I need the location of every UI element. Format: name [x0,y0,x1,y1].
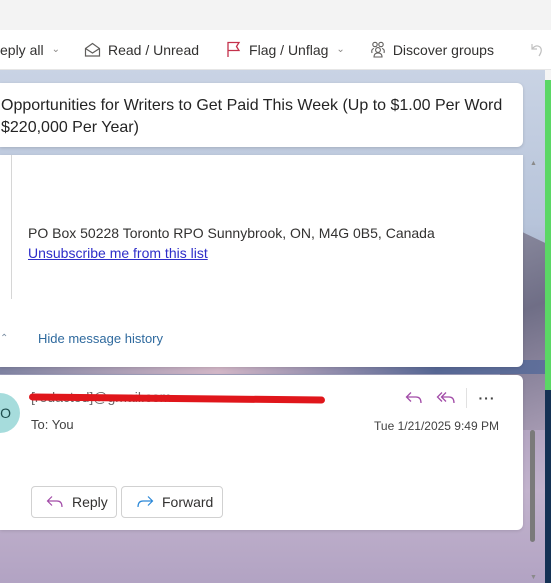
discover-groups-label: Discover groups [392,41,494,58]
forward-icon [136,493,154,511]
mailing-address: PO Box 50228 Toronto RPO Sunnybrook, ON,… [28,225,435,241]
envelope-open-icon [84,41,102,59]
side-dark-bar [545,390,551,583]
chevron-down-icon[interactable]: ⌄ [52,44,60,55]
people-group-icon [369,41,387,59]
subject-header: Opportunities for Writers to Get Paid Th… [0,83,523,147]
reply-icon-button[interactable] [398,387,430,409]
reply-button[interactable]: Reply [31,486,117,518]
scroll-up-arrow-icon[interactable]: ▲ [530,160,537,167]
previous-message-body: PO Box 50228 Toronto RPO Sunnybrook, ON,… [0,155,523,367]
forward-button[interactable]: Forward [121,486,223,518]
undo-button[interactable]: Un [520,30,551,69]
quote-divider [11,155,12,299]
message-timestamp: Tue 1/21/2025 9:49 PM [374,419,499,433]
command-toolbar: eply all ⌄ Read / Unread Flag / Unflag ⌄… [0,30,551,70]
message-actions: ··· [398,387,503,409]
flag-unflag-label: Flag / Unflag [249,41,329,58]
forward-label: Forward [162,494,214,510]
window-top-strip [0,0,551,30]
chevron-down-icon[interactable]: ⌄ [336,44,344,55]
reply-icon [46,493,64,511]
avatar[interactable]: O [0,393,20,433]
read-unread-button[interactable]: Read / Unread [76,30,207,69]
unsubscribe-link[interactable]: Unsubscribe me from this list [28,245,208,261]
hide-message-history-label: Hide message history [38,331,163,346]
more-options-button[interactable]: ··· [471,387,503,409]
reply-all-button[interactable]: eply all ⌄ [0,30,68,69]
avatar-initial: O [0,405,11,421]
subject-line-2: $220,000 Per Year) [1,119,139,136]
subject-line-1: Opportunities for Writers to Get Paid Th… [1,97,503,114]
chevron-up-icon: ⌃ [0,333,9,344]
message-card: O [redacted]@gmail.com To: You Tue 1/21/… [0,375,523,530]
reply-all-icon [436,392,455,404]
reply-icon [405,392,422,404]
side-accent-bar [545,80,551,390]
reply-all-icon-button[interactable] [430,387,462,409]
scrollbar-thumb[interactable] [530,430,535,542]
flag-icon [225,41,243,59]
reply-label: Reply [72,494,108,510]
hide-message-history-button[interactable]: ⌃ Hide message history [0,331,163,346]
discover-groups-button[interactable]: Discover groups [361,30,502,69]
reply-all-label: eply all [0,41,44,58]
scroll-down-arrow-icon[interactable]: ▼ [530,574,537,581]
actions-divider [466,388,467,408]
read-unread-label: Read / Unread [107,41,200,58]
recipient-line: To: You [31,417,74,432]
undo-icon [528,41,546,59]
flag-unflag-button[interactable]: Flag / Unflag ⌄ [217,30,353,69]
